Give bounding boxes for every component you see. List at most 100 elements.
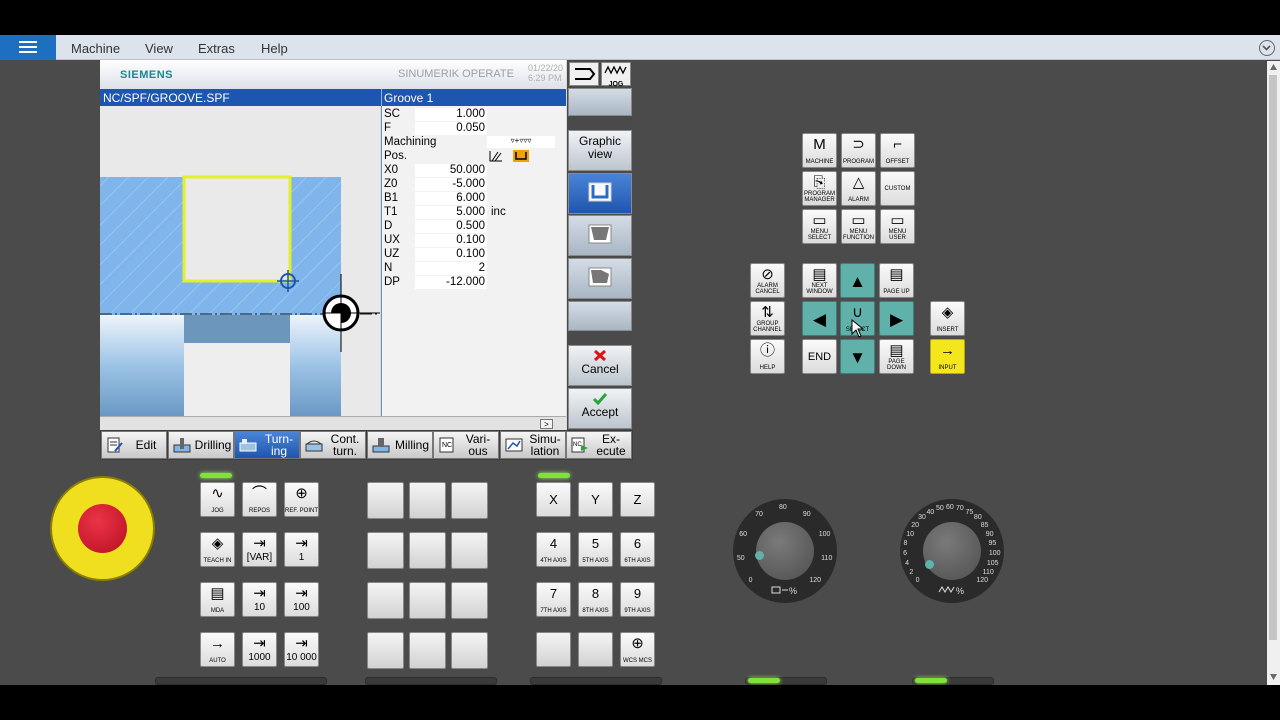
- mode-key-10[interactable]: ⇥ 1000: [242, 632, 277, 667]
- input-key[interactable]: → INPUT: [930, 339, 965, 374]
- emergency-stop-red-cap[interactable]: [78, 504, 127, 553]
- offset-key[interactable]: ⌐ OFFSET: [880, 133, 915, 168]
- axis-key-4[interactable]: 4 4TH AXIS: [536, 532, 571, 567]
- groove-type-1-button[interactable]: [568, 173, 632, 214]
- page-down-key[interactable]: ▤ PAGE DOWN: [879, 339, 914, 374]
- blank-key[interactable]: [409, 532, 446, 569]
- menu-function-key[interactable]: ▭ MENU FUNCTION: [841, 209, 876, 244]
- spindle-override-dial[interactable]: 0 2 4 6 8 10 20 30 40 50 60 70 75 80 85 90 95 100 105 110 12…: [900, 499, 1004, 603]
- menu-user-key[interactable]: ▭ MENU USER: [880, 209, 915, 244]
- blank-key[interactable]: [409, 632, 446, 669]
- menu-view[interactable]: View: [145, 41, 173, 56]
- blank-key[interactable]: [367, 482, 404, 519]
- hamburger-menu-icon[interactable]: [0, 35, 56, 60]
- softkey-drilling[interactable]: Drilling: [168, 431, 234, 459]
- cancel-button[interactable]: Cancel: [568, 345, 632, 386]
- scroll-up-icon[interactable]: [1269, 63, 1278, 71]
- param-value-field[interactable]: 0.500: [415, 220, 487, 233]
- blank-key[interactable]: [451, 632, 488, 669]
- softkey-turning[interactable]: Turn- ing: [234, 431, 300, 459]
- param-value-field[interactable]: 2: [415, 262, 487, 275]
- insert-key[interactable]: ◈ INSERT: [930, 301, 965, 336]
- blank-key[interactable]: [451, 482, 488, 519]
- accept-button[interactable]: Accept: [568, 388, 632, 429]
- groove-type-3-button[interactable]: [568, 258, 632, 299]
- graphic-view-button[interactable]: Graphic view: [568, 130, 632, 171]
- blank-key[interactable]: [451, 582, 488, 619]
- menu-extras[interactable]: Extras: [198, 41, 235, 56]
- next-window-key[interactable]: ▤ NEXT WINDOW: [802, 263, 837, 298]
- mode-key-7[interactable]: ⇥ 10: [242, 582, 277, 617]
- param-value-field[interactable]: 5.000: [415, 206, 487, 219]
- vertical-scrollbar[interactable]: [1267, 61, 1280, 685]
- softkey-simulation[interactable]: Simu- lation: [500, 431, 566, 459]
- axis-key-8[interactable]: 8 8TH AXIS: [578, 582, 613, 617]
- blank-key[interactable]: [578, 632, 613, 667]
- mode-key-6[interactable]: ▤ MDA: [200, 582, 235, 617]
- axis-key-7[interactable]: 7 7TH AXIS: [536, 582, 571, 617]
- dial-knob-body[interactable]: [756, 522, 814, 580]
- axis-key-5[interactable]: 5 5TH AXIS: [578, 532, 613, 567]
- machine-key[interactable]: M MACHINE: [802, 133, 837, 168]
- mode-key-0[interactable]: ∿ JOG: [200, 482, 235, 517]
- blank-key[interactable]: [367, 532, 404, 569]
- vsoftkey-1[interactable]: [568, 88, 632, 116]
- mode-key-11[interactable]: ⇥ 10 000: [284, 632, 319, 667]
- mode-key-5[interactable]: ⇥ 1: [284, 532, 319, 567]
- axis-key-Y[interactable]: Y: [578, 482, 613, 517]
- vsoftkey-6[interactable]: [568, 301, 632, 331]
- param-value-field[interactable]: 1.000: [415, 108, 487, 121]
- axis-key-Z[interactable]: Z: [620, 482, 655, 517]
- blank-key[interactable]: [451, 532, 488, 569]
- up-key[interactable]: ▲: [840, 263, 875, 298]
- blank-key[interactable]: [409, 582, 446, 619]
- mode-key-3[interactable]: ◈ TEACH IN: [200, 532, 235, 567]
- position-icons[interactable]: [488, 148, 532, 164]
- axis-key-9[interactable]: 9 9TH AXIS: [620, 582, 655, 617]
- alarm-cancel-key[interactable]: ⊘ ALARM CANCEL: [750, 263, 785, 298]
- axis-key-6[interactable]: 6 6TH AXIS: [620, 532, 655, 567]
- param-machining-select[interactable]: ▿+▿▿▿: [487, 136, 555, 148]
- dial-knob-body[interactable]: [923, 522, 981, 580]
- mode-key-2[interactable]: ⊕ REF. POINT: [284, 482, 319, 517]
- program-key[interactable]: ⊃ PROGRAM: [841, 133, 876, 168]
- blank-key[interactable]: [367, 632, 404, 669]
- left-key[interactable]: ◀: [802, 301, 837, 336]
- chevron-right-icon[interactable]: >: [540, 419, 553, 429]
- chevron-down-icon[interactable]: [1259, 40, 1275, 56]
- param-value-field[interactable]: -12.000: [415, 276, 487, 289]
- mode-key-8[interactable]: ⇥ 100: [284, 582, 319, 617]
- softkey-execute[interactable]: NC Ex- ecute: [566, 431, 632, 459]
- softkey-various[interactable]: NC Vari- ous: [433, 431, 499, 459]
- right-key[interactable]: ▶: [879, 301, 914, 336]
- menu-machine[interactable]: Machine: [71, 41, 120, 56]
- emergency-stop-button[interactable]: [50, 476, 155, 581]
- scroll-down-icon[interactable]: [1269, 673, 1278, 681]
- wcs-mcs-key[interactable]: ⊕ WCS MCS: [620, 632, 655, 667]
- softkey-milling[interactable]: Milling: [367, 431, 433, 459]
- param-value-field[interactable]: 6.000: [415, 192, 487, 205]
- blank-key[interactable]: [367, 582, 404, 619]
- menu-select-key[interactable]: ▭ MENU SELECT: [802, 209, 837, 244]
- param-value-field[interactable]: 0.050: [415, 122, 487, 135]
- axis-key-X[interactable]: X: [536, 482, 571, 517]
- help-key[interactable]: ⓘ HELP: [750, 339, 785, 374]
- end-key[interactable]: END: [802, 339, 837, 374]
- param-value-field[interactable]: 0.100: [415, 248, 487, 261]
- group-channel-key[interactable]: ⇅ GROUP CHANNEL: [750, 301, 785, 336]
- mode-key-9[interactable]: → AUTO: [200, 632, 235, 667]
- scrollbar-thumb[interactable]: [1269, 75, 1277, 640]
- softkey-edit[interactable]: Edit: [101, 431, 167, 459]
- mode-key-4[interactable]: ⇥ [VAR]: [242, 532, 277, 567]
- param-value-field[interactable]: 0.100: [415, 234, 487, 247]
- menu-help[interactable]: Help: [261, 41, 288, 56]
- program-manager-key[interactable]: ⎘ PROGRAM MANAGER: [802, 171, 837, 206]
- param-value-field[interactable]: 50.000: [415, 164, 487, 177]
- feed-override-dial[interactable]: 0 50 60 70 80 90 100 110 120%: [733, 499, 837, 603]
- down-key[interactable]: ▼: [840, 339, 875, 374]
- blank-key[interactable]: [536, 632, 571, 667]
- program-icon[interactable]: [569, 62, 599, 86]
- groove-type-2-button[interactable]: [568, 215, 632, 256]
- mode-key-1[interactable]: ⌒ REPOS: [242, 482, 277, 517]
- custom-key[interactable]: CUSTOM: [880, 171, 915, 206]
